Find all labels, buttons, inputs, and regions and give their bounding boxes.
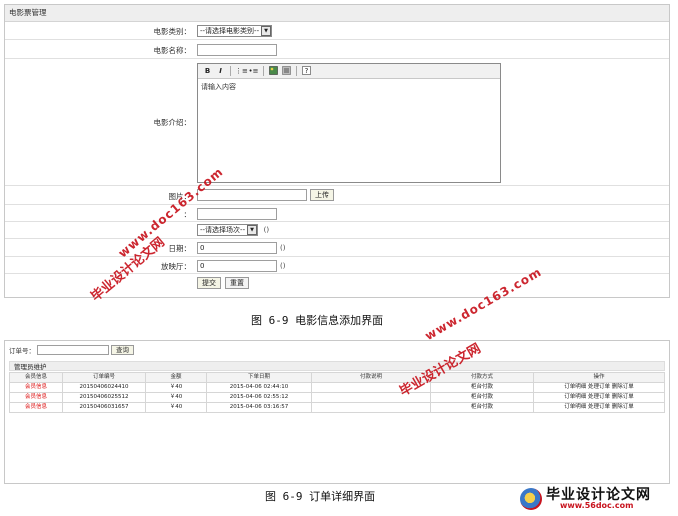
toolbar-divider	[263, 66, 264, 76]
pay-cell: 柜台付款	[430, 392, 534, 403]
pay-cell: 柜台付款	[430, 402, 534, 413]
form-row-5: ：	[5, 205, 669, 222]
category-select-value: --请选择电影类别--	[200, 27, 260, 35]
intro-label: 电影介绍：	[153, 118, 192, 127]
rich-text-editor[interactable]: B I ⋮≡ •≡ ? 请输入内容	[197, 63, 501, 183]
order-no-input[interactable]	[37, 345, 109, 355]
member-link[interactable]: 会员信息	[9, 392, 63, 403]
site-logo: 毕业设计论文网 www.56doc.com	[520, 484, 676, 514]
order-search-bar: 订单号： 查询	[9, 345, 134, 355]
amount-cell: ￥40	[145, 382, 207, 393]
panel-title: 电影票管理	[5, 5, 669, 22]
table-row: 会员信息 20150406024410 ￥40 2015-04-06 02:44…	[9, 382, 665, 393]
toolbar-divider	[230, 66, 231, 76]
movie-form-panel: 电影票管理 电影类别： --请选择电影类别-- ▼ 电影名称： 电影介绍： B …	[4, 4, 670, 298]
date-label: 日期：	[168, 244, 192, 253]
logo-url: www.56doc.com	[560, 501, 634, 510]
col-member: 会员信息	[9, 372, 63, 383]
media-icon[interactable]	[281, 66, 292, 76]
col-ops: 操作	[533, 372, 665, 383]
logo-emblem-icon	[520, 488, 542, 510]
editor-content[interactable]: 请输入内容	[198, 79, 500, 95]
form-row-name: 电影名称：	[5, 40, 669, 59]
amount-cell: ￥40	[145, 392, 207, 403]
section-title: 管理员维护	[9, 361, 665, 371]
editor-toolbar: B I ⋮≡ •≡ ?	[198, 64, 500, 79]
table-header-row: 会员信息 订单编号 金额 下单日期 付款说明 付款方式 操作	[9, 372, 665, 383]
help-icon[interactable]: ?	[301, 66, 312, 76]
date-cell: 2015-04-06 02:55:12	[206, 392, 312, 403]
ops-links[interactable]: 订单明细 处理订单 删除订单	[533, 402, 665, 413]
toolbar-divider	[296, 66, 297, 76]
form-row-picture: 图片： 上传	[5, 186, 669, 205]
pay-cell: 柜台付款	[430, 382, 534, 393]
ordered-list-icon[interactable]: ⋮≡	[235, 66, 248, 76]
italic-button[interactable]: I	[215, 66, 226, 76]
form-row-intro: 电影介绍： B I ⋮≡ •≡ ? 请输入内容	[5, 59, 669, 186]
order-no-cell: 20150406024410	[62, 382, 146, 393]
col-date: 下单日期	[206, 372, 312, 383]
table-row: 会员信息 20150406031657 ￥40 2015-04-06 03:16…	[9, 402, 665, 413]
table-row: 会员信息 20150406025512 ￥40 2015-04-06 02:55…	[9, 392, 665, 403]
query-button[interactable]: 查询	[111, 345, 134, 355]
reset-button[interactable]: 重置	[225, 277, 249, 289]
picture-path-input[interactable]	[197, 189, 307, 201]
form-row-hall: 放映厅： 0 ()	[5, 257, 669, 274]
session-select-value: --请选择场次--	[200, 226, 246, 234]
hall-input[interactable]: 0	[197, 260, 277, 272]
order-panel: 订单号： 查询 管理员维护 会员信息 订单编号 金额 下单日期 付款说明 付款方…	[4, 340, 670, 484]
movie-name-input[interactable]	[197, 44, 277, 56]
date-cell: 2015-04-06 02:44:10	[206, 382, 312, 393]
figure-caption-1: 图 6-9 电影信息添加界面	[251, 314, 384, 327]
form-row-date: 日期： 0 ()	[5, 239, 669, 257]
date-input[interactable]: 0	[197, 242, 277, 254]
row5-label: ：	[183, 210, 192, 219]
name-label: 电影名称：	[153, 46, 192, 55]
hint-paren: ()	[263, 226, 270, 234]
hall-label: 放映厅：	[161, 262, 191, 271]
chevron-down-icon: ▼	[261, 26, 272, 36]
form-row-category: 电影类别： --请选择电影类别-- ▼	[5, 22, 669, 40]
date-cell: 2015-04-06 03:16:57	[206, 402, 312, 413]
col-amount: 金额	[145, 372, 207, 383]
svg-text:?: ?	[305, 67, 309, 75]
chevron-down-icon: ▼	[247, 225, 258, 235]
category-label: 电影类别：	[153, 27, 192, 36]
form-row-session: --请选择场次-- ▼ ()	[5, 222, 669, 239]
orders-table: 会员信息 订单编号 金额 下单日期 付款说明 付款方式 操作 会员信息 2015…	[9, 372, 665, 413]
col-order-no: 订单编号	[62, 372, 146, 383]
member-link[interactable]: 会员信息	[9, 402, 63, 413]
order-no-cell: 20150406031657	[62, 402, 146, 413]
row5-input[interactable]	[197, 208, 277, 220]
hint-paren: ()	[280, 244, 286, 252]
upload-button[interactable]: 上传	[310, 189, 334, 201]
hint-paren: ()	[280, 262, 286, 270]
session-select[interactable]: --请选择场次-- ▼	[197, 224, 259, 236]
figure-caption-2: 图 6-9 订单详细界面	[265, 490, 376, 503]
bold-button[interactable]: B	[202, 66, 213, 76]
category-select[interactable]: --请选择电影类别-- ▼	[197, 25, 273, 37]
order-no-cell: 20150406025512	[62, 392, 146, 403]
ops-links[interactable]: 订单明细 处理订单 删除订单	[533, 392, 665, 403]
note-cell	[311, 402, 431, 413]
submit-button[interactable]: 提交	[197, 277, 221, 289]
image-icon[interactable]	[268, 66, 279, 76]
ops-links[interactable]: 订单明细 处理订单 删除订单	[533, 382, 665, 393]
member-link[interactable]: 会员信息	[9, 382, 63, 393]
unordered-list-icon[interactable]: •≡	[248, 66, 259, 76]
order-no-label: 订单号：	[9, 347, 35, 355]
amount-cell: ￥40	[145, 402, 207, 413]
